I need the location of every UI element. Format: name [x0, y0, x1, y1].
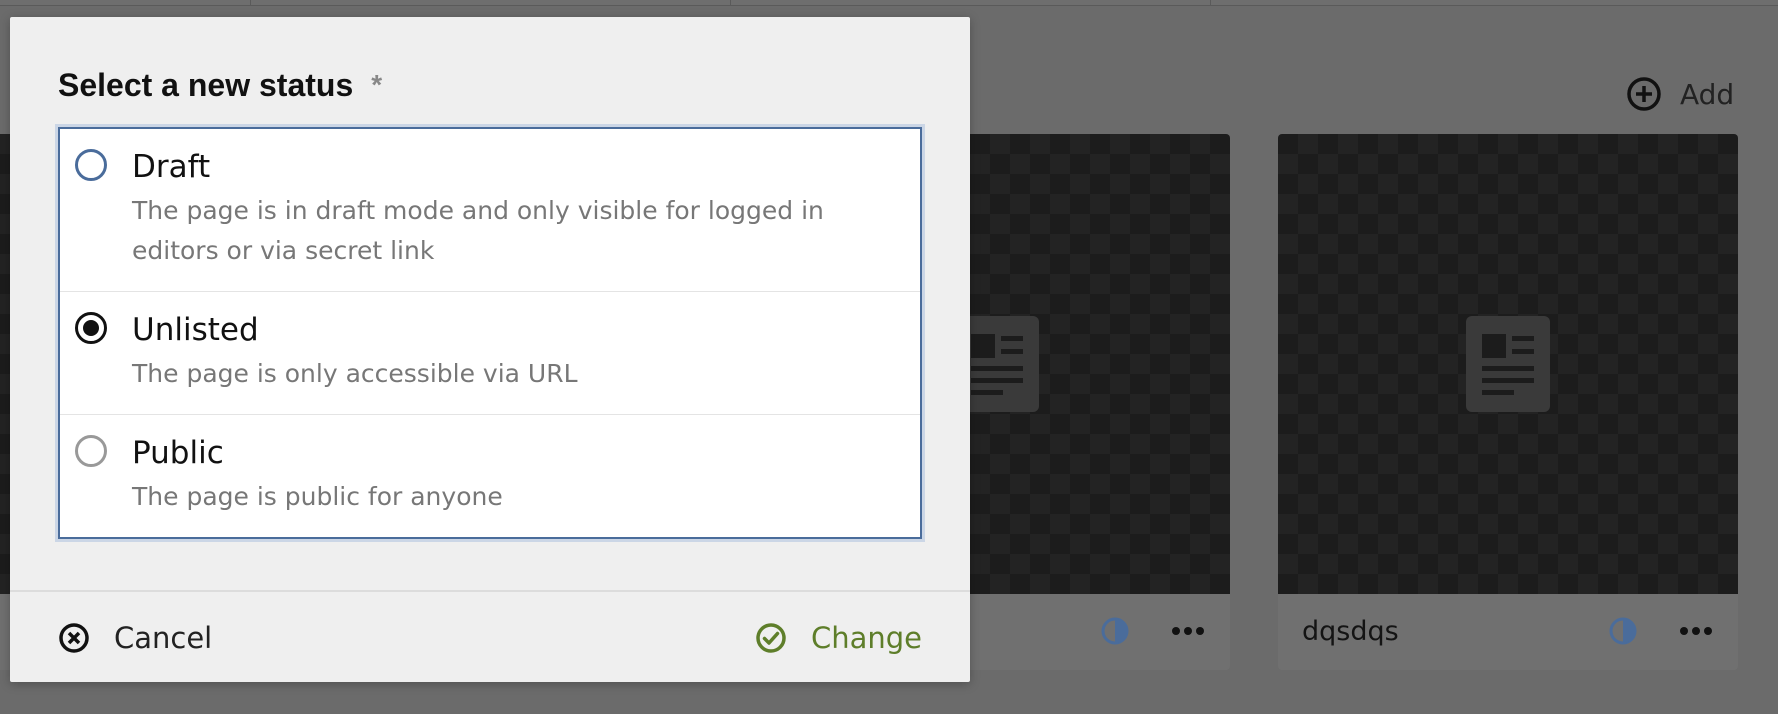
top-bar [0, 0, 1778, 6]
top-bar-divider [250, 0, 251, 5]
add-button[interactable]: Add [1626, 74, 1734, 114]
radio-draft[interactable] [75, 149, 107, 181]
status-field-label: Select a new status * [58, 65, 922, 105]
status-option-draft[interactable]: Draft The page is in draft mode and only… [60, 129, 920, 292]
status-radio-group: Draft The page is in draft mode and only… [58, 127, 922, 539]
status-contrast-icon[interactable] [1608, 616, 1638, 646]
status-option-info: The page is in draft mode and only visib… [132, 196, 824, 265]
status-option-public[interactable]: Public The page is public for anyone [60, 415, 920, 537]
status-option-unlisted[interactable]: Unlisted The page is only accessible via… [60, 292, 920, 415]
change-button-label: Change [810, 621, 922, 655]
card-footer: dqsdqs [1278, 594, 1738, 670]
top-bar-divider [730, 0, 731, 5]
radio-public[interactable] [75, 435, 107, 467]
dialog-body: Select a new status * Draft The page is … [10, 17, 970, 539]
cancel-circle-icon [59, 623, 89, 653]
status-option-label: Unlisted [132, 312, 259, 348]
radio-unlisted[interactable] [75, 312, 107, 344]
add-circle-icon [1627, 77, 1661, 111]
change-button[interactable]: Change [755, 620, 922, 656]
add-button-label: Add [1680, 77, 1735, 111]
status-option-info: The page is only accessible via URL [132, 359, 578, 388]
more-options-icon[interactable] [1170, 620, 1206, 642]
cancel-button[interactable]: Cancel [58, 620, 212, 656]
top-bar-divider [1210, 0, 1211, 5]
card-preview [1278, 134, 1738, 594]
page-card[interactable]: dqsdqs [1278, 134, 1738, 670]
status-option-label: Public [132, 435, 224, 471]
dialog-footer: Cancel Change [10, 590, 970, 682]
cancel-button-label: Cancel [114, 621, 213, 655]
more-options-icon[interactable] [1678, 620, 1714, 642]
status-field-label-text: Select a new status [58, 67, 354, 103]
status-contrast-icon[interactable] [1100, 616, 1130, 646]
page-icon [1466, 316, 1550, 412]
change-status-dialog: Select a new status * Draft The page is … [10, 17, 970, 682]
card-title: dqsdqs [1302, 616, 1399, 647]
status-option-info: The page is public for anyone [132, 482, 503, 511]
status-option-label: Draft [132, 149, 211, 185]
required-marker: * [371, 69, 383, 100]
check-circle-icon [756, 623, 786, 653]
